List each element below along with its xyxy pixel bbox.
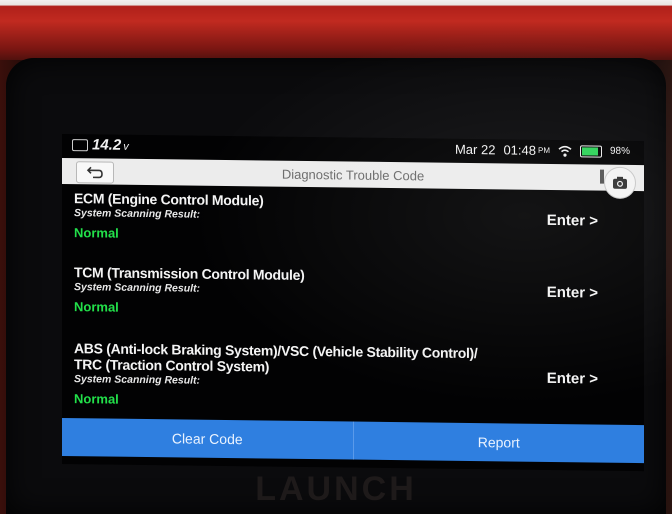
page-title: Diagnostic Trouble Code	[281, 166, 425, 184]
battery-voltage: 14.2 v	[92, 136, 129, 153]
enter-button-abs[interactable]: Enter >	[547, 370, 598, 388]
voltage-unit: v	[123, 140, 129, 153]
scan-result-value: Normal	[74, 391, 119, 407]
screenshot-button[interactable]	[604, 166, 636, 200]
status-ampm: PM	[537, 145, 550, 155]
report-button[interactable]: Report	[352, 421, 644, 464]
enter-button-tcm[interactable]: Enter >	[547, 284, 598, 302]
action-bar: Clear Code Report	[62, 418, 644, 464]
battery-icon	[579, 144, 602, 158]
status-time: 01:48	[503, 142, 536, 158]
car-battery-icon	[72, 139, 88, 152]
device-brand-logo: LAUNCH	[255, 470, 417, 508]
module-list: ECM (Engine Control Module) System Scann…	[62, 190, 644, 427]
title-bar: Diagnostic Trouble Code	[62, 158, 644, 200]
status-bar-right: Mar 22 01:48 PM 98%	[455, 142, 630, 159]
status-date: Mar 22	[454, 141, 496, 158]
scan-result-value: Normal	[74, 299, 119, 315]
battery-percent: 98%	[609, 145, 630, 157]
voltage-value: 14.2	[92, 136, 122, 154]
camera-icon	[613, 176, 627, 189]
clear-code-button[interactable]: Clear Code	[62, 418, 353, 460]
battery-fill	[581, 146, 598, 156]
enter-button-ecm[interactable]: Enter >	[547, 212, 598, 230]
tablet-screen: 14.2 v Mar 22 01:48 PM 98% Diagnostic Tro…	[62, 134, 644, 472]
module-tcm: TCM (Transmission Control Module) System…	[62, 264, 644, 347]
wifi-icon	[558, 145, 572, 157]
module-ecm: ECM (Engine Control Module) System Scann…	[62, 190, 644, 261]
module-abs: ABS (Anti-lock Braking System)/VSC (Vehi…	[62, 340, 644, 427]
